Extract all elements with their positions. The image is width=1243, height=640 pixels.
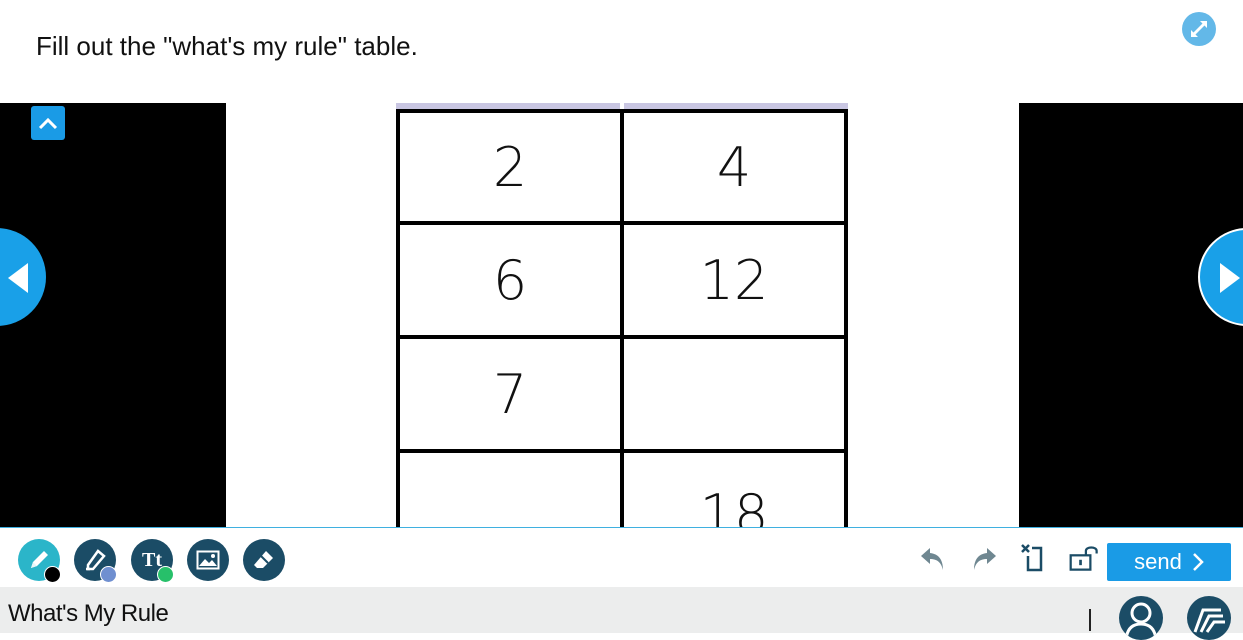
text-tool[interactable]: Tt [131, 539, 174, 583]
nearpod-logo-icon [1193, 608, 1225, 633]
slide-stage: 2 4 6 12 7 18 [0, 103, 1243, 528]
table-cell-output: 12 [620, 221, 848, 339]
redo-icon [974, 548, 996, 570]
table-cell-input: 6 [396, 221, 624, 339]
undo-icon [921, 548, 943, 570]
expand-arrows-icon [1191, 21, 1207, 37]
table-cell-input: 7 [396, 335, 624, 453]
undo-button[interactable] [916, 541, 950, 575]
question-prompt: Fill out the "what's my rule" table. [36, 31, 418, 61]
arrow-left-icon [8, 263, 28, 293]
redo-button[interactable] [967, 541, 1001, 575]
user-icon [1124, 602, 1158, 640]
chevron-right-icon [1192, 553, 1204, 571]
scroll-up-button[interactable] [31, 106, 65, 140]
user-button[interactable] [1119, 596, 1163, 640]
footer-divider [1089, 609, 1091, 631]
highlighter-tool[interactable] [74, 539, 117, 583]
pen-color-dot [44, 566, 61, 583]
eraser-tool[interactable] [243, 539, 285, 581]
send-label: send [1134, 549, 1182, 574]
table-cell-output: 18 [620, 449, 848, 528]
clear-icon [1021, 544, 1043, 572]
slide-content: 2 4 6 12 7 18 [226, 103, 1019, 528]
table-cell-input [396, 449, 624, 528]
drawing-toolbar: Tt send [0, 528, 1243, 587]
header: Fill out the "what's my rule" table. [0, 0, 1243, 103]
table-cell-input: 2 [396, 109, 624, 225]
eraser-icon [254, 551, 273, 568]
highlighter-color-dot [100, 566, 117, 583]
table-cell-output: 4 [620, 109, 848, 225]
arrow-right-icon [1220, 263, 1240, 293]
unlock-icon [1069, 546, 1098, 571]
lesson-title: What's My Rule [8, 600, 169, 627]
expand-button[interactable] [1182, 12, 1216, 46]
image-tool[interactable] [187, 539, 229, 581]
previous-slide-button[interactable] [0, 228, 46, 326]
next-slide-button[interactable] [1198, 228, 1243, 326]
send-button[interactable]: send [1107, 543, 1231, 581]
table-cell-output [620, 335, 848, 453]
text-color-dot [157, 566, 174, 583]
chevron-up-icon [38, 117, 58, 130]
footer-bar: What's My Rule [0, 587, 1243, 640]
clear-button[interactable] [1017, 541, 1051, 575]
pen-tool[interactable] [18, 539, 61, 583]
lock-button[interactable] [1068, 541, 1102, 575]
nearpod-logo-button[interactable] [1187, 596, 1231, 640]
image-icon [196, 550, 220, 570]
